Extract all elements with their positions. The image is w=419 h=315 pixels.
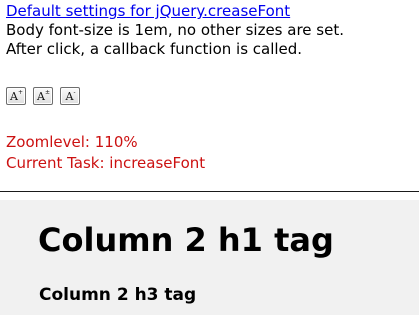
font-increase-icon: A+ xyxy=(10,88,23,103)
reset-font-button[interactable]: A± xyxy=(33,87,53,105)
description-line-2: After click, a callback function is call… xyxy=(6,40,303,58)
font-reset-icon: A± xyxy=(37,88,50,103)
description-line-1: Body font-size is 1em, no other sizes ar… xyxy=(6,21,344,39)
default-settings-link[interactable]: Default settings for jQuery.creaseFont xyxy=(6,2,416,21)
font-size-controls: A+ A± A- xyxy=(6,87,80,105)
font-decrease-icon: A- xyxy=(65,88,76,103)
decrease-font-button[interactable]: A- xyxy=(60,87,80,105)
status-panel: Zoomlevel: 110% Current Task: increaseFo… xyxy=(6,132,205,174)
column-2-h1-heading: Column 2 h1 tag xyxy=(38,221,334,259)
increase-font-button[interactable]: A+ xyxy=(6,87,26,105)
current-task-text: Current Task: increaseFont xyxy=(6,154,206,172)
column-2-h3-heading: Column 2 h3 tag xyxy=(39,285,197,305)
divider xyxy=(0,191,419,192)
header-section: Default settings for jQuery.creaseFont B… xyxy=(6,2,416,59)
column-2: Column 2 h1 tag Column 2 h3 tag xyxy=(0,200,419,315)
zoom-level-text: Zoomlevel: 110% xyxy=(6,133,138,151)
